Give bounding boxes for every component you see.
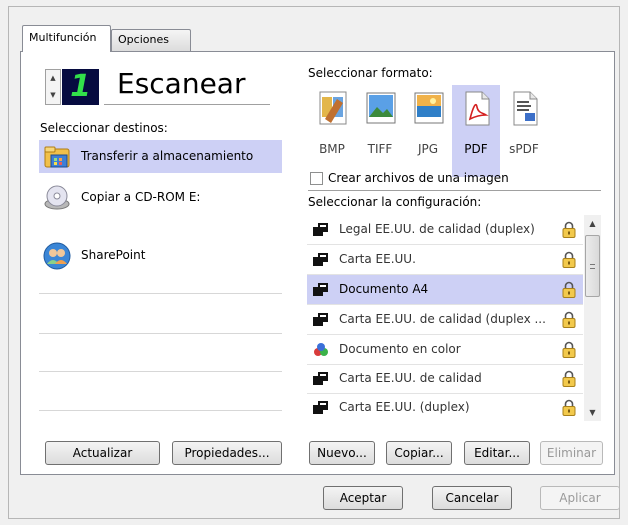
list-divider [39,333,282,334]
list-item-cd-rom[interactable]: Copiar a CD-ROM E: [39,181,282,214]
color-document-icon [314,343,328,356]
format-tiff-label: TIFF [367,142,393,156]
jpg-icon [414,92,444,124]
configuration-label-text: Legal EE.UU. de calidad (duplex) [339,222,535,236]
format-spdf-label: sPDF [509,142,539,156]
list-item[interactable]: Legal EE.UU. de calidad (duplex) [307,215,583,244]
list-item[interactable]: Carta EE.UU. de calidad (duplex ... [307,305,583,334]
list-item[interactable]: Carta EE.UU. [307,245,583,274]
new-button[interactable]: Nuevo... [309,441,375,465]
tab-multifuncion[interactable]: Multifunción [22,25,111,52]
lock-icon [562,311,576,328]
lock-icon [562,370,576,387]
scanner-bw-icon [313,283,328,296]
scan-spinner[interactable]: ▲ ▼ [45,69,61,105]
list-item[interactable]: Carta EE.UU. (duplex) [307,393,583,422]
format-bmp[interactable]: BMP [308,85,356,177]
scanner-bw-icon [313,372,328,385]
format-pdf[interactable]: PDF [452,85,500,177]
configuration-label: Seleccionar la configuración: [308,195,482,209]
configuration-scrollbar[interactable]: ▲ ▼ [584,215,601,421]
configuration-label-text: Documento en color [339,342,461,356]
format-pdf-label: PDF [464,142,488,156]
destinations-label: Seleccionar destinos: [40,121,168,135]
list-divider [39,371,282,372]
refresh-button[interactable]: Actualizar [45,441,160,465]
edit-button[interactable]: Editar... [464,441,530,465]
spinner-up-icon[interactable]: ▲ [46,70,60,87]
list-item[interactable]: Documento A4 [307,275,583,304]
lock-icon [562,251,576,268]
format-divider [308,190,601,191]
list-divider [39,410,282,411]
lock-icon [562,221,576,238]
scroll-down-icon[interactable]: ▼ [584,404,601,421]
lock-icon [562,341,576,358]
scanner-bw-icon [313,313,328,326]
pdf-icon [465,91,490,126]
spinner-down-icon[interactable]: ▼ [46,87,60,104]
tab-opciones[interactable]: Opciones [111,29,191,51]
list-divider [39,293,282,294]
list-item-sharepoint[interactable]: SharePoint [39,239,282,272]
format-label: Seleccionar formato: [308,66,433,80]
configuration-label-text: Carta EE.UU. (duplex) [339,400,470,414]
single-image-checkbox[interactable] [310,172,323,185]
destination-label: Transferir a almacenamiento [81,149,254,163]
apply-button[interactable]: Aplicar [540,486,620,510]
properties-button[interactable]: Propiedades... [172,441,282,465]
scan-button-number: 1 [62,69,99,105]
ok-button[interactable]: Aceptar [323,486,403,510]
storage-folder-icon [44,146,70,168]
scan-title-divider [104,104,270,105]
cancel-button[interactable]: Cancelar [432,486,512,510]
scroll-thumb[interactable] [585,235,600,297]
destination-label: Copiar a CD-ROM E: [81,190,201,204]
configuration-label-text: Carta EE.UU. [339,252,416,266]
tiff-icon [366,92,396,124]
list-item-transferir[interactable]: Transferir a almacenamiento [39,140,282,173]
configuration-label-text: Carta EE.UU. de calidad [339,371,482,385]
scroll-up-icon[interactable]: ▲ [584,215,601,232]
grip-icon [590,264,595,269]
lock-icon [562,281,576,298]
cd-rom-icon [44,185,70,210]
spdf-icon [513,91,538,126]
format-spdf[interactable]: sPDF [500,85,548,177]
lock-icon [562,399,576,416]
configuration-label-text: Carta EE.UU. de calidad (duplex ... [339,312,546,326]
list-item[interactable]: Documento en color [307,335,583,364]
scanner-bw-icon [313,253,328,266]
delete-button[interactable]: Eliminar [540,441,603,465]
format-bmp-label: BMP [319,142,345,156]
list-item[interactable]: Carta EE.UU. de calidad [307,364,583,393]
single-image-label: Crear archivos de una imagen [328,171,509,185]
format-jpg[interactable]: JPG [404,85,452,177]
format-jpg-label: JPG [417,142,439,156]
scanner-bw-icon [313,401,328,414]
configuration-label-text: Documento A4 [339,282,429,296]
scanner-bw-icon [313,223,328,236]
destination-label: SharePoint [81,248,146,262]
destinations-list[interactable]: Transferir a almacenamiento Copiar a CD-… [39,140,282,433]
sharepoint-icon [43,242,71,270]
copy-button[interactable]: Copiar... [386,441,452,465]
bmp-icon [319,91,347,125]
format-tiff[interactable]: TIFF [356,85,404,177]
scan-title: Escanear [117,67,246,100]
